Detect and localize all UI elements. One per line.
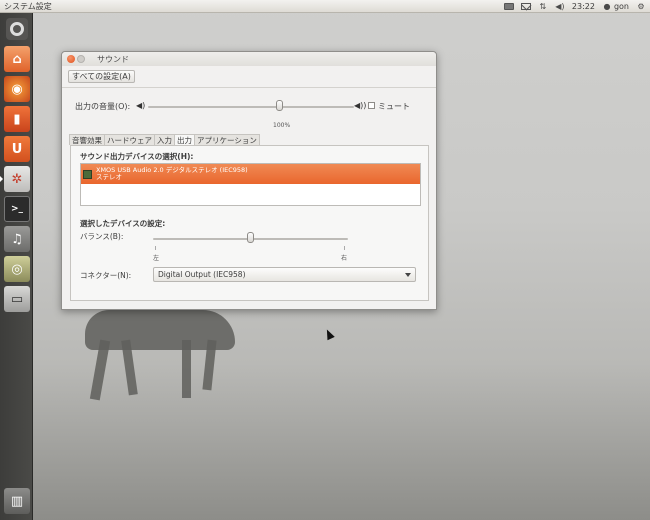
music-note-icon: ♫ <box>11 231 23 247</box>
shopping-bag-icon: ▮ <box>13 111 21 127</box>
clock[interactable]: 23:22 <box>572 2 595 11</box>
minimize-button[interactable] <box>77 55 85 63</box>
monitor-icon: ▭ <box>10 291 24 307</box>
sound-card-icon <box>83 169 92 179</box>
firefox-launcher[interactable]: ◉ <box>4 76 30 102</box>
mail-icon[interactable] <box>520 2 531 10</box>
system-tray: ⇅ ◀) 23:22 ● gon ⚙ <box>503 2 646 11</box>
window-title: サウンド <box>97 54 129 64</box>
dash-button[interactable] <box>6 18 28 40</box>
chevron-down-icon <box>405 273 411 280</box>
software-center-launcher[interactable]: ▮ <box>4 106 30 132</box>
top-panel: システム設定 ⇅ ◀) 23:22 ● gon ⚙ <box>0 0 650 13</box>
output-tab-panel: サウンド出力デバイスの選択(H): XMOS USB Audio 2.0 デジタ… <box>70 145 429 301</box>
connector-select[interactable]: Digital Output (IEC958) <box>153 267 416 282</box>
balance-tick-left <box>155 246 156 250</box>
ubuntu-one-launcher[interactable]: U <box>4 136 30 162</box>
tab-applications[interactable]: アプリケーション <box>194 134 260 145</box>
home-icon: ⌂ <box>12 51 22 67</box>
user-name: gon <box>613 1 629 11</box>
close-button[interactable] <box>67 55 75 63</box>
mute-label: ミュート <box>378 102 410 111</box>
toolbar-divider <box>62 87 436 88</box>
terminal-launcher[interactable]: >_ <box>4 196 30 222</box>
volume-high-icon: ◀)) <box>354 101 367 110</box>
output-volume-knob[interactable] <box>276 100 283 111</box>
connector-value: Digital Output (IEC958) <box>158 270 246 279</box>
output-device-list: XMOS USB Audio 2.0 デジタルステレオ (IEC958) ステレ… <box>80 163 421 206</box>
ubuntu-logo-icon <box>10 22 24 36</box>
user-menu[interactable]: ● gon <box>602 2 629 11</box>
output-volume-label: 出力の音量(O): <box>75 102 131 111</box>
system-monitor-launcher[interactable]: ▭ <box>4 286 30 312</box>
speaker-icon: ◎ <box>11 261 23 277</box>
tab-hardware[interactable]: ハードウェア <box>104 134 155 145</box>
mute-checkbox[interactable] <box>368 102 375 109</box>
gear-icon[interactable]: ⚙ <box>636 2 646 11</box>
network-icon[interactable]: ⇅ <box>538 2 548 11</box>
balance-left-label: 左 <box>153 255 160 262</box>
balance-knob[interactable] <box>247 232 254 243</box>
settings-gear-icon: ✲ <box>11 171 23 187</box>
tab-sound-effects[interactable]: 音響効果 <box>69 134 105 145</box>
speaker-app-launcher[interactable]: ◎ <box>4 256 30 282</box>
ubuntu-one-icon: U <box>11 141 23 157</box>
output-volume-slider[interactable] <box>148 106 354 108</box>
volume-low-icon: ◀) <box>136 101 146 110</box>
sound-settings-window: サウンド すべての設定(A) 出力の音量(O): ◀) ◀)) ミュート 100… <box>61 51 437 310</box>
trash-icon: ▥ <box>10 493 24 509</box>
all-settings-button[interactable]: すべての設定(A) <box>68 70 135 83</box>
volume-percent: 100% <box>273 122 291 129</box>
launcher: ⌂ ◉ ▮ U ✲ >_ ♫ ◎ ▭ ▥ <box>0 13 33 520</box>
balance-right-label: 右 <box>341 255 348 262</box>
firefox-icon: ◉ <box>11 81 23 97</box>
system-settings-launcher[interactable]: ✲ <box>0 166 30 192</box>
volume-icon[interactable]: ◀) <box>555 2 565 11</box>
active-app-title: システム設定 <box>4 1 52 11</box>
device-section-title: サウンド出力デバイスの選択(H): <box>80 152 194 161</box>
terminal-icon: >_ <box>10 204 24 214</box>
keyboard-icon[interactable] <box>503 2 514 10</box>
user-icon: ● <box>603 1 611 11</box>
connector-label: コネクター(N): <box>80 271 132 280</box>
balance-label: バランス(B): <box>80 232 124 241</box>
device-profile: ステレオ <box>96 173 122 181</box>
tab-input[interactable]: 入力 <box>154 134 175 145</box>
mouse-cursor-icon <box>323 327 335 341</box>
music-player-launcher[interactable]: ♫ <box>4 226 30 252</box>
window-titlebar[interactable]: サウンド <box>62 52 436 66</box>
list-item[interactable]: XMOS USB Audio 2.0 デジタルステレオ (IEC958) ステレ… <box>81 164 420 184</box>
device-settings-title: 選択したデバイスの設定: <box>80 219 166 228</box>
home-folder-launcher[interactable]: ⌂ <box>4 46 30 72</box>
wallpaper-deer-leg <box>182 340 191 398</box>
trash-launcher[interactable]: ▥ <box>4 488 30 514</box>
balance-tick-right <box>344 246 345 250</box>
